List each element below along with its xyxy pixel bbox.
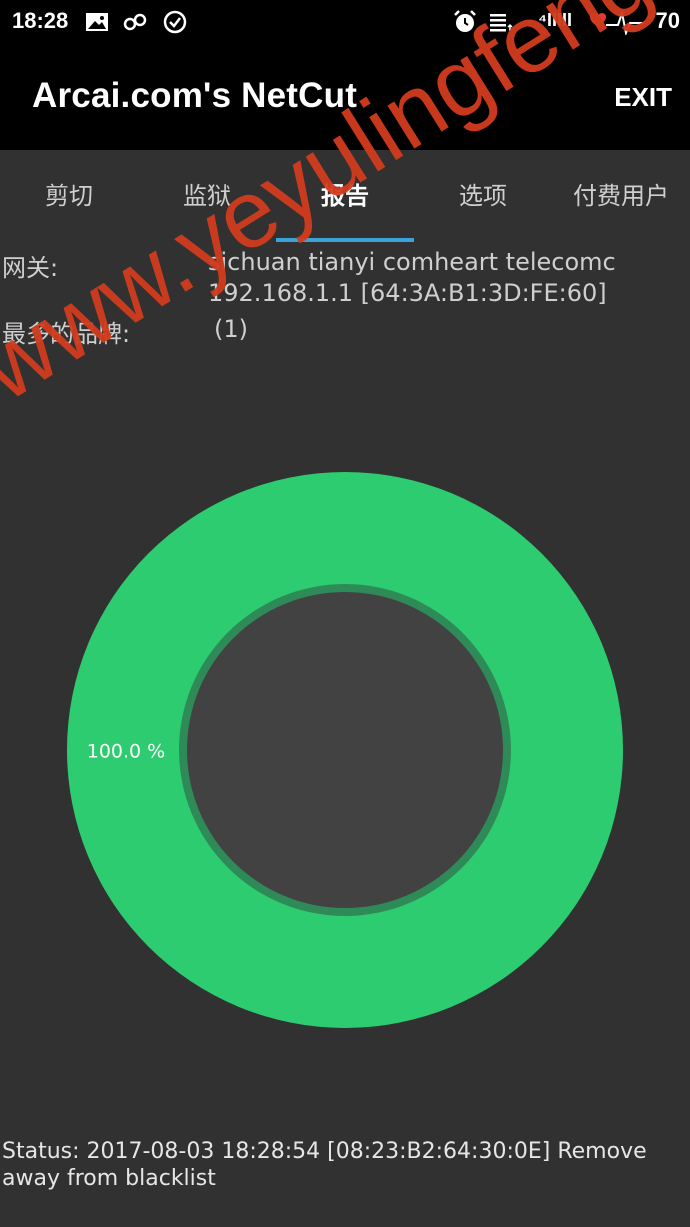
data-transfer-icon [490,14,513,32]
heart-rate-icon [590,9,644,35]
slice-percent-label: 100.0 % [87,741,166,763]
signal-icon: ⁴IIIII [538,10,572,30]
battery-level: 70 [655,8,680,33]
exit-button[interactable]: EXIT [614,82,672,113]
check-circle-icon [163,10,187,34]
gateway-name: sichuan tianyi comheart telecomc [208,248,616,276]
gateway-label: 网关: [2,254,59,282]
status-bar: 18:28 ⁴IIIII 70 [0,0,690,44]
tab-cut[interactable]: 剪切 [0,150,138,242]
status-message: Status: 2017-08-03 18:28:54 [08:23:B2:64… [2,1139,647,1191]
tab-bar: 剪切 监狱 报告 选项 付费用户 [0,150,690,242]
top-brand-label: 最多的品牌: [2,320,131,348]
donut-hole [187,592,503,908]
gateway-ip: 192.168.1.1 [64:3A:B1:3D:FE:60] [208,279,607,307]
app-bar: Arcai.com's NetCut EXIT [0,44,690,150]
tab-paid-user[interactable]: 付费用户 [552,150,690,242]
tab-jail[interactable]: 监狱 [138,150,276,242]
tab-options[interactable]: 选项 [414,150,552,242]
brand-donut-chart: 100.0 % [67,472,623,1028]
image-icon [86,13,108,31]
tab-report[interactable]: 报告 [276,150,414,242]
app-title: Arcai.com's NetCut [32,76,358,115]
clock: 18:28 [12,8,69,33]
alarm-icon [454,10,476,32]
link-icon [123,13,147,31]
top-brand-value: (1) [214,315,248,343]
active-tab-indicator [276,238,414,242]
